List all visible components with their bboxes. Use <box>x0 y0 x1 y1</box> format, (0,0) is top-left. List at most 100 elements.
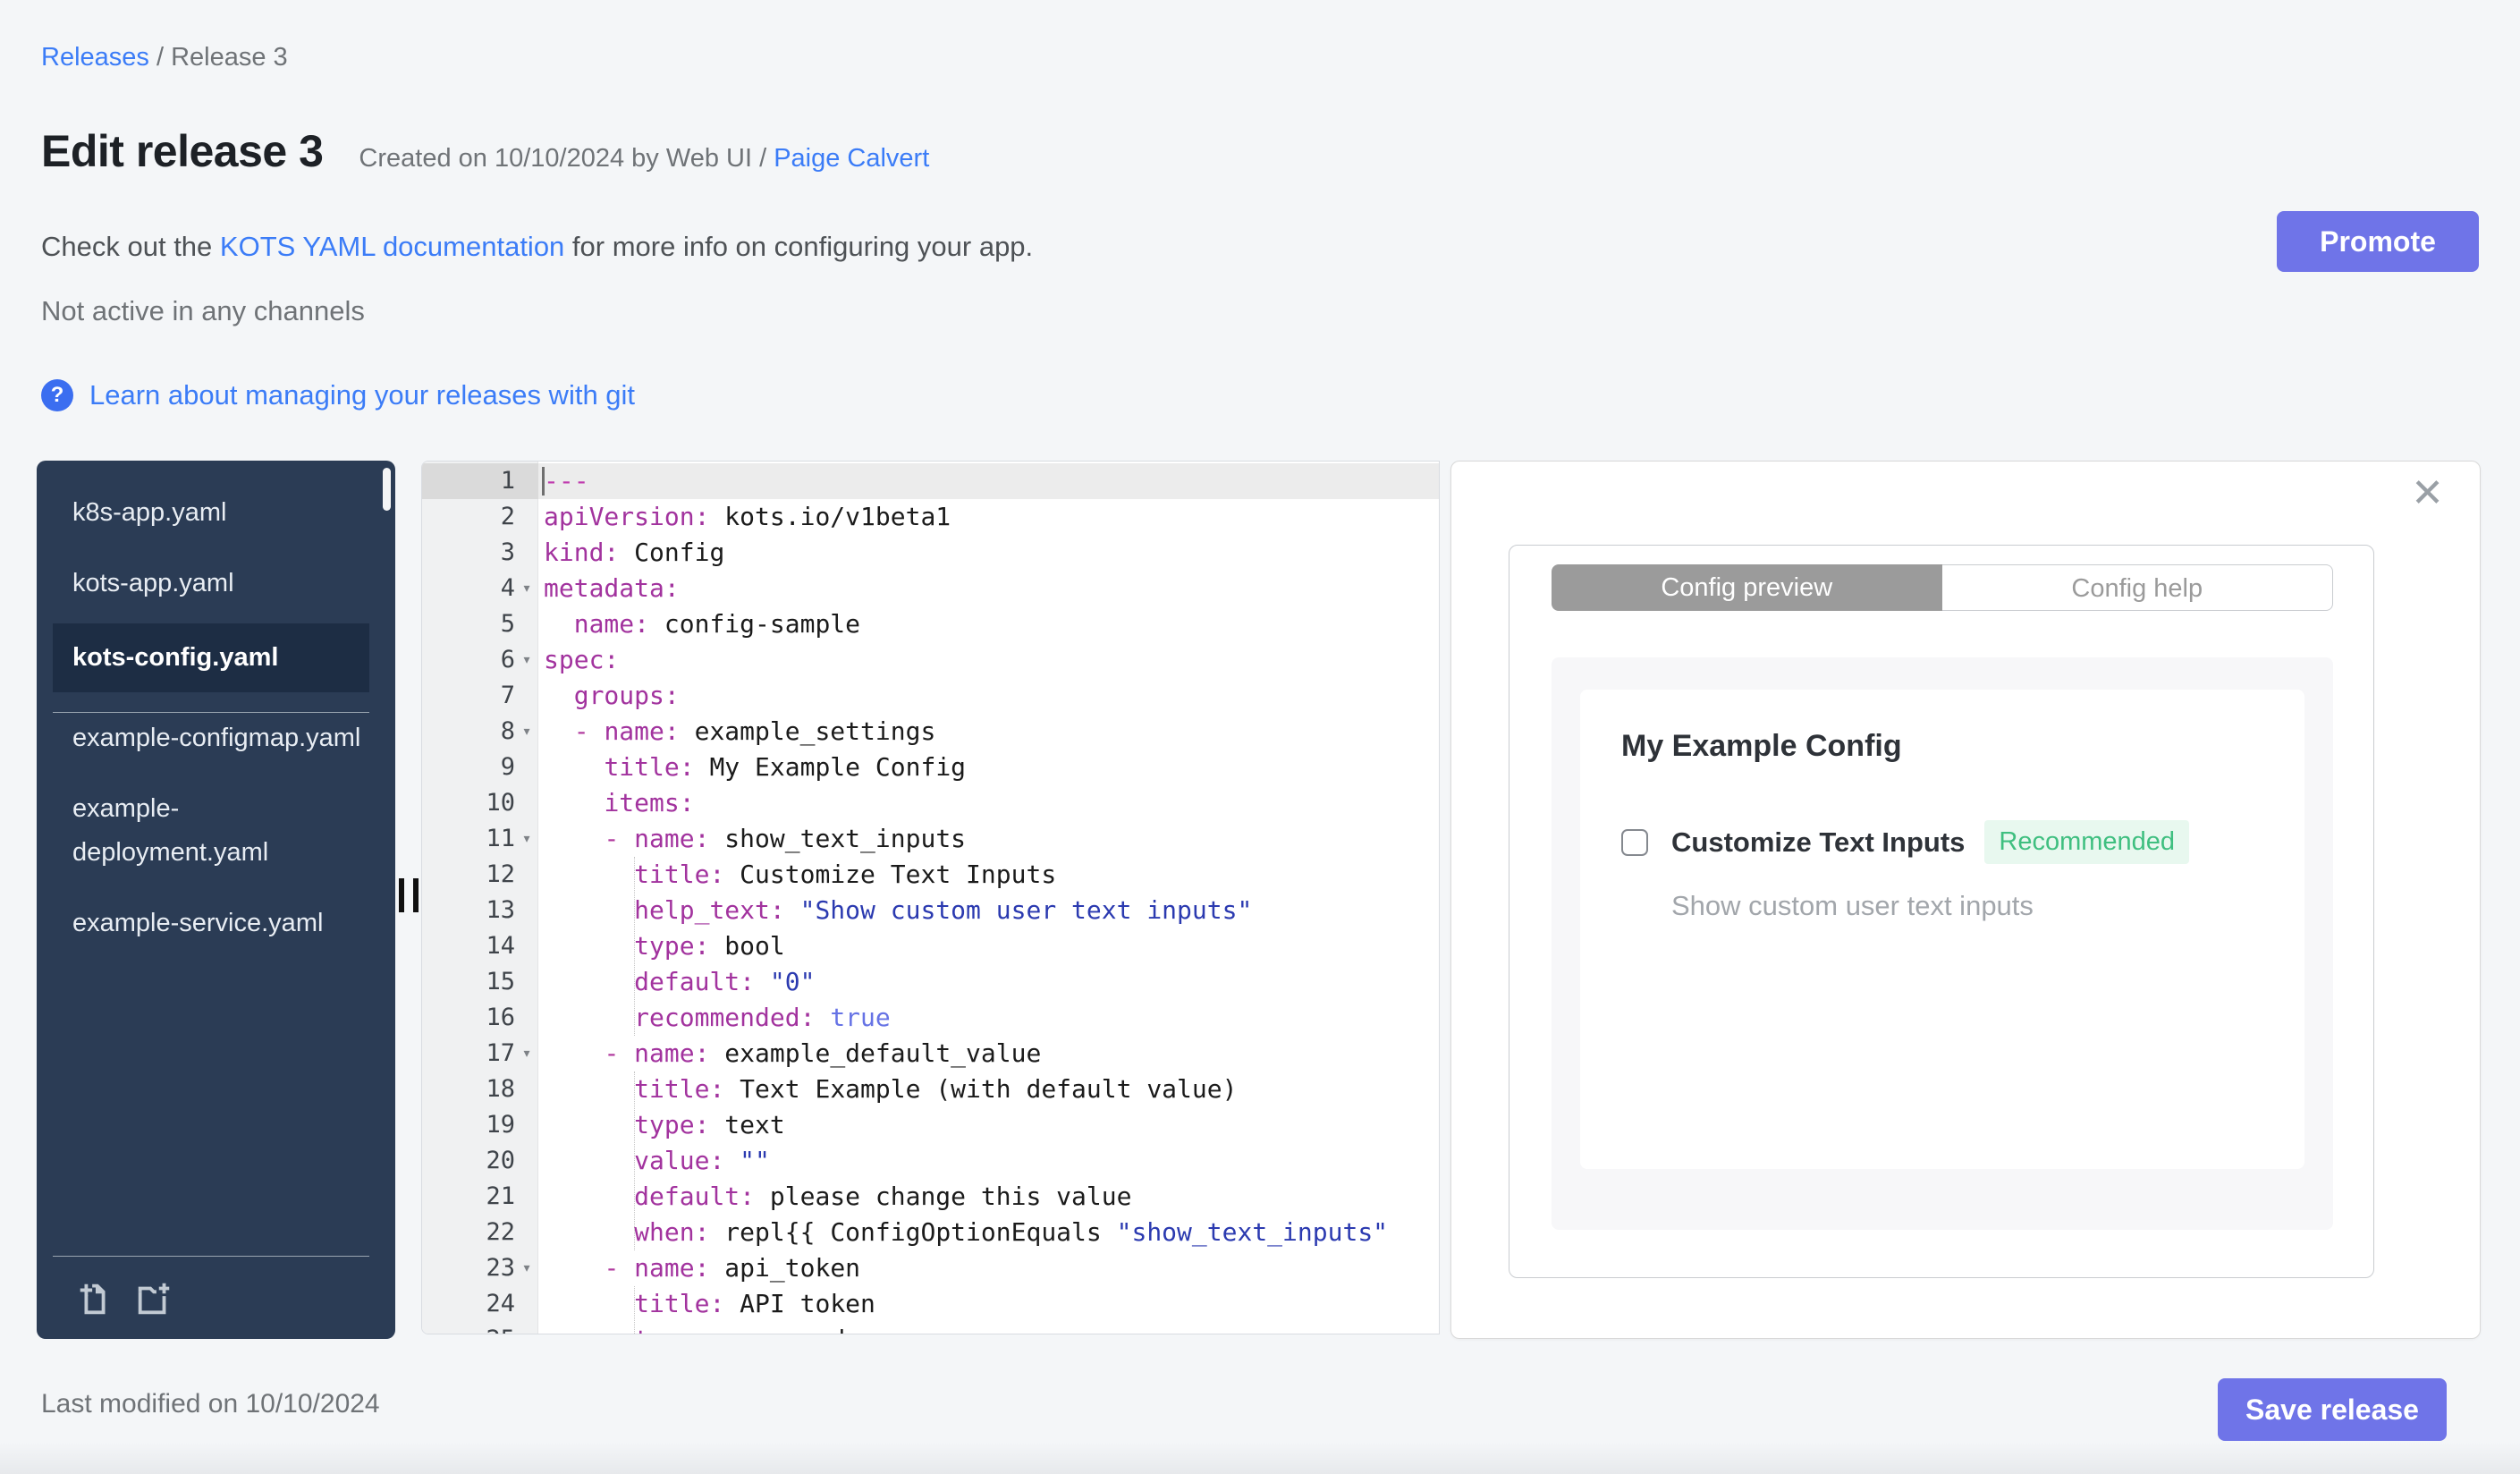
line-number: 13 <box>486 896 515 924</box>
file-list: k8s-app.yaml kots-app.yaml kots-config.yam… <box>37 461 395 945</box>
yaml-code-editor[interactable]: 1 --- 2 apiVersion: kots.io/v1beta1 3 kind: C… <box>421 461 1440 1334</box>
line-number: 21 <box>486 1182 515 1210</box>
code-text: type: text <box>634 1110 785 1139</box>
text-cursor <box>542 467 545 496</box>
config-item-row: Customize Text Inputs Recommended <box>1621 820 2190 864</box>
line-number: 3 <box>500 538 515 566</box>
git-help-row: ? Learn about managing your releases wit… <box>41 379 635 411</box>
created-author-link[interactable]: Paige Calvert <box>774 144 929 173</box>
code-line: 18 title: Text Example (with default val… <box>422 1072 1439 1107</box>
new-file-icon[interactable] <box>74 1278 115 1319</box>
code-line: 8 ▾ - name: example_settings <box>422 714 1439 750</box>
indent-guide <box>634 1072 635 1250</box>
line-number: 22 <box>486 1218 515 1246</box>
kots-yaml-doc-link[interactable]: KOTS YAML documentation <box>220 231 564 262</box>
sidebar-file[interactable]: example-deployment.yaml <box>72 787 368 875</box>
file-tree-sidebar: k8s-app.yaml kots-app.yaml kots-config.yam… <box>37 461 395 1339</box>
tab-config-help[interactable]: Config help <box>1941 564 2333 611</box>
code-line: 24 title: API token <box>422 1286 1439 1322</box>
sidebar-file[interactable]: example-service.yaml <box>72 902 368 945</box>
code-line: 13 help_text: "Show custom user text inp… <box>422 893 1439 928</box>
customize-text-inputs-checkbox[interactable] <box>1621 828 1648 856</box>
code-text: title: Customize Text Inputs <box>634 860 1057 889</box>
line-number: 1 <box>500 467 515 495</box>
sidebar-file[interactable]: k8s-app.yaml <box>72 491 368 535</box>
line-number: 2 <box>500 503 515 530</box>
last-modified-text: Last modified on 10/10/2024 <box>41 1389 380 1419</box>
close-icon[interactable]: ✕ <box>2411 474 2444 513</box>
fold-arrow-icon[interactable]: ▾ <box>515 1036 538 1072</box>
code-line: 23 ▾ - name: api_token <box>422 1250 1439 1286</box>
code-text: title: Text Example (with default value) <box>634 1074 1238 1104</box>
line-number: 16 <box>486 1004 515 1031</box>
code-line: 10 items: <box>422 785 1439 821</box>
sidebar-scrollbar-thumb[interactable] <box>383 468 391 511</box>
code-text: default: please change this value <box>634 1182 1132 1211</box>
code-text: - name: api_token <box>604 1253 861 1283</box>
code-text: when: repl{{ ConfigOptionEquals "show_te… <box>634 1217 1389 1247</box>
sidebar-divider <box>53 1256 369 1257</box>
code-line: 1 --- <box>422 463 1439 499</box>
config-item-label: Customize Text Inputs <box>1671 826 1966 858</box>
line-number: 4 <box>500 574 515 602</box>
bottom-fade <box>0 1442 2520 1474</box>
code-text: type: password <box>538 1322 1439 1334</box>
code-line: 15 default: "0" <box>422 964 1439 1000</box>
line-number: 10 <box>486 789 515 817</box>
preview-area: My Example Config Customize Text Inputs … <box>1552 657 2333 1230</box>
sidebar-file[interactable]: kots-app.yaml <box>72 562 368 606</box>
code-text: default: "0" <box>634 967 816 996</box>
line-number: 7 <box>500 682 515 709</box>
created-info: Created on 10/10/2024 by Web UI / Paige … <box>359 144 929 174</box>
config-item-help-text: Show custom user text inputs <box>1671 890 2034 921</box>
line-number: 17 <box>486 1039 515 1067</box>
code-line: 22 when: repl{{ ConfigOptionEquals "show… <box>422 1215 1439 1250</box>
promote-button[interactable]: Promote <box>2277 211 2479 272</box>
code-text: name: config-sample <box>573 609 861 639</box>
code-line: 6 ▾ spec: <box>422 642 1439 678</box>
code-line: 17 ▾ - name: example_default_value <box>422 1036 1439 1072</box>
sidebar-divider <box>53 712 369 713</box>
fold-arrow-icon[interactable]: ▾ <box>515 821 538 857</box>
code-text: title: API token <box>634 1289 875 1318</box>
code-line: 11 ▾ - name: show_text_inputs <box>422 821 1439 857</box>
doc-hint: Check out the KOTS YAML documentation fo… <box>41 231 1033 263</box>
line-number: 24 <box>486 1290 515 1317</box>
breadcrumb-current: Release 3 <box>171 43 288 72</box>
line-number: 11 <box>486 825 515 852</box>
new-folder-icon[interactable] <box>133 1278 174 1319</box>
line-number: 9 <box>500 753 515 781</box>
fold-arrow-icon[interactable]: ▾ <box>515 1250 538 1286</box>
code-text: - name: example_settings <box>573 716 936 746</box>
breadcrumb-releases-link[interactable]: Releases <box>41 43 149 72</box>
code-text: metadata: <box>544 573 680 603</box>
code-line: 12 title: Customize Text Inputs <box>422 857 1439 893</box>
tab-config-preview[interactable]: Config preview <box>1552 564 1942 611</box>
config-preview-container: Config preview Config help My Example Con… <box>1509 545 2374 1278</box>
sidebar-file[interactable]: example-configmap.yaml <box>72 716 368 760</box>
title-row: Edit release 3 Created on 10/10/2024 by … <box>41 125 929 177</box>
page-title: Edit release 3 <box>41 126 324 176</box>
fold-arrow-icon[interactable]: ▾ <box>515 642 538 678</box>
git-releases-link[interactable]: Learn about managing your releases with … <box>89 379 635 411</box>
sidebar-resize-handle-right-bar[interactable] <box>413 878 419 912</box>
code-text: title: My Example Config <box>604 752 967 782</box>
code-line: 21 default: please change this value <box>422 1179 1439 1215</box>
code-text: - name: example_default_value <box>604 1038 1042 1068</box>
sidebar-resize-handle-left-bar[interactable] <box>399 878 404 912</box>
sidebar-file[interactable]: kots-config.yaml <box>53 623 369 692</box>
save-release-button[interactable]: Save release <box>2218 1378 2447 1441</box>
fold-arrow-icon[interactable]: ▾ <box>515 571 538 606</box>
fold-arrow-icon[interactable]: ▾ <box>515 714 538 750</box>
code-text: help_text: "Show custom user text inputs… <box>634 895 1253 925</box>
indent-guide <box>634 1286 635 1334</box>
